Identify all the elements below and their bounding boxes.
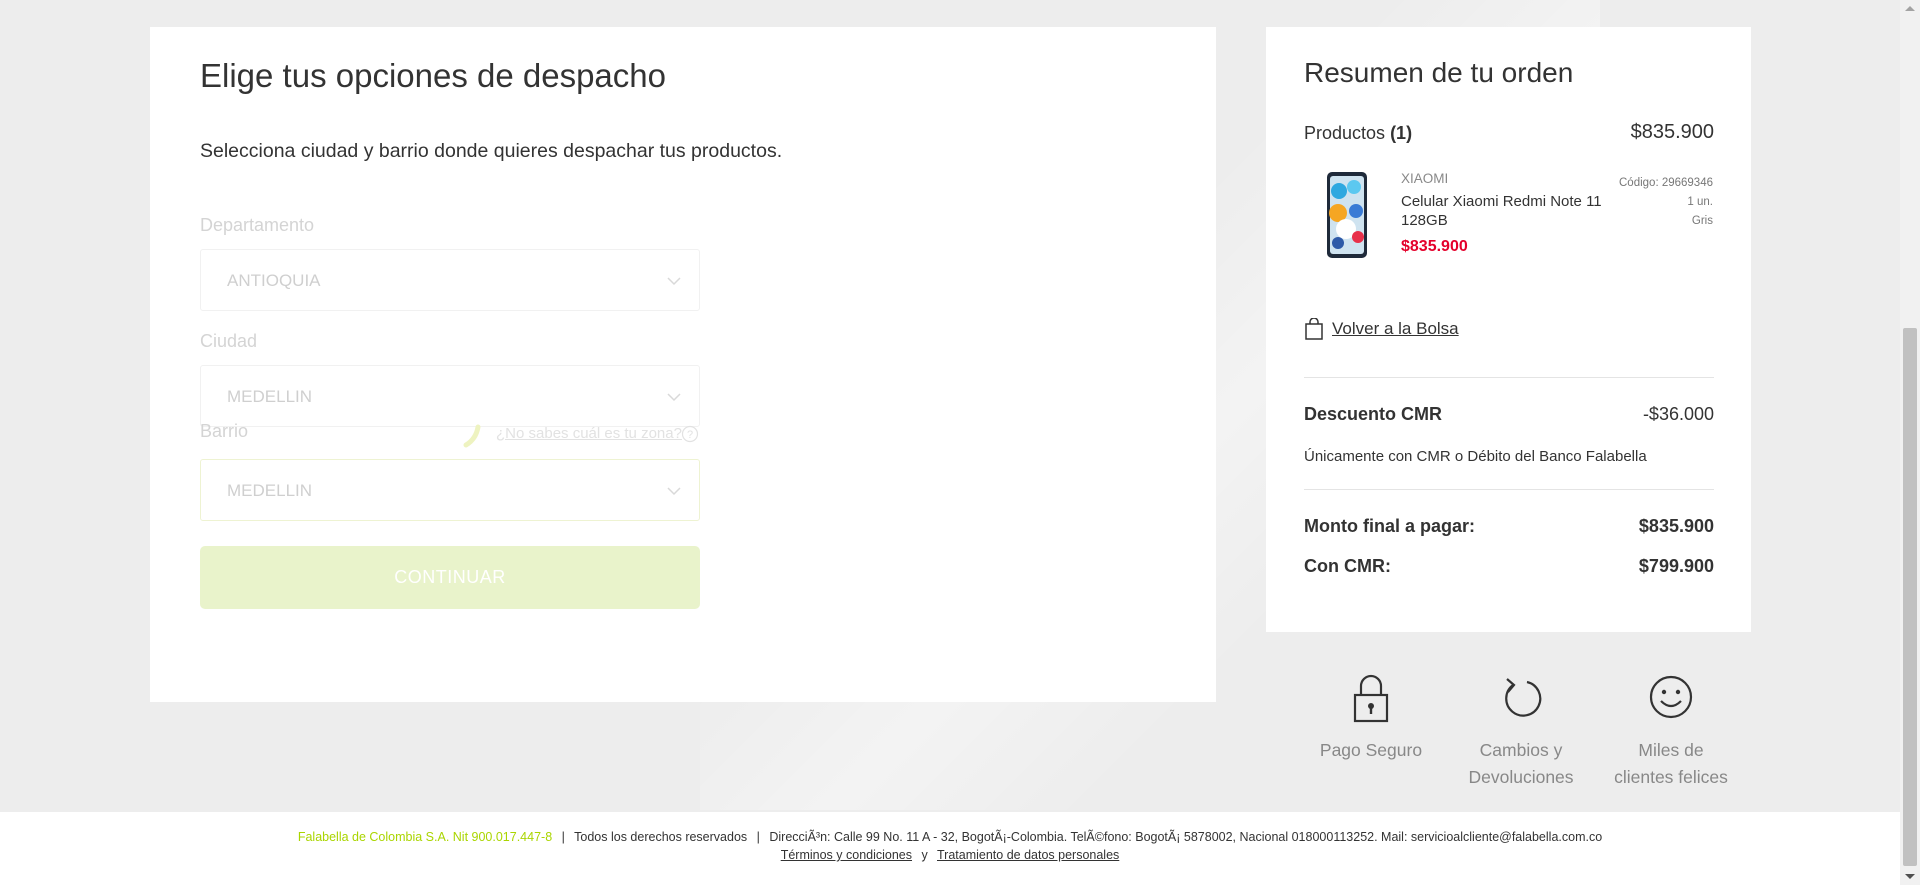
chevron-down-icon [667,487,681,496]
cmr-amount-row: Con CMR: $799.900 [1304,556,1714,577]
question-circle-icon[interactable]: ? [681,425,699,443]
footer: Falabella de Colombia S.A. Nit 900.017.4… [0,812,1900,885]
product-name: Celular Xiaomi Redmi Note 11 128GB [1401,193,1602,229]
discount-label: Descuento CMR [1304,404,1443,424]
discount-note: Únicamente con CMR o Débito del Banco Fa… [1304,448,1647,465]
svg-text:?: ? [687,429,693,441]
loading-spinner-icon [463,424,481,448]
order-summary-panel: Resumen de tu orden Productos (1) $835.9… [1266,27,1751,632]
smiley-icon [1649,675,1693,719]
product-code: Código: 29669346 [1619,177,1713,189]
shipping-options-panel: Elige tus opciones de despacho Seleccion… [150,27,1216,702]
page-title: Elige tus opciones de despacho [200,57,666,94]
back-to-bag-link[interactable]: Volver a la Bolsa [1304,318,1459,340]
scrollbar[interactable] [1900,0,1920,885]
cmr-amount-label: Con CMR: [1304,556,1391,576]
scroll-down-arrow-icon[interactable] [1905,874,1915,879]
product-info: XIAOMI Celular Xiaomi Redmi Note 11 128G… [1401,171,1621,256]
lock-icon [1353,674,1389,723]
discount-row: Descuento CMR -$36.000 [1304,404,1714,425]
cmr-amount-value: $799.900 [1638,556,1714,576]
footer-separator: | [756,830,760,844]
terms-link[interactable]: Términos y condiciones [781,848,912,862]
city-label: Ciudad [200,331,258,351]
product-meta: Código: 29669346 1 un. Gris [1619,174,1713,231]
products-row: Productos (1) $835.900 [1304,121,1714,144]
product-quantity: 1 un. [1687,196,1713,208]
shipping-subtitle: Selecciona ciudad y barrio donde quieres… [200,140,783,162]
discount-value: -$36.000 [1642,404,1714,424]
badge-returns: Cambios y Devoluciones [1446,673,1596,791]
product-image [1327,172,1367,258]
footer-separator: | [561,830,565,844]
chevron-down-icon [667,277,681,286]
footer-and: y [921,848,928,862]
products-count: (1) [1390,123,1413,143]
chevron-down-icon [667,393,681,402]
badge-happy-clients-text: Miles de clientes felices [1614,740,1728,787]
city-value: MEDELLIN [227,387,313,406]
footer-info: Falabella de Colombia S.A. Nit 900.017.4… [0,830,1900,844]
department-select[interactable]: ANTIOQUIA [200,249,700,311]
divider [1304,489,1714,490]
badge-returns-text: Cambios y Devoluciones [1468,740,1574,787]
shopping-bag-icon [1305,318,1323,340]
neighborhood-select[interactable]: MEDELLIN [200,459,700,521]
product-brand: XIAOMI [1401,171,1449,186]
divider [1304,377,1714,378]
product-color: Gris [1691,215,1713,227]
zone-help-link[interactable]: ¿No sabes cuál es tu zona? [496,425,682,442]
continue-button[interactable]: CONTINUAR [200,546,700,609]
order-summary-title: Resumen de tu orden [1304,57,1574,88]
scrollbar-thumb[interactable] [1903,328,1917,866]
privacy-link[interactable]: Tratamiento de datos personales [937,848,1119,862]
final-amount-row: Monto final a pagar: $835.900 [1304,516,1714,537]
footer-company: Falabella de Colombia S.A. Nit 900.017.4… [297,830,553,844]
department-label: Departamento [200,215,315,235]
products-total: $835.900 [1630,121,1714,143]
footer-links: Términos y condiciones y Tratamiento de … [0,848,1900,862]
badge-secure-payment: Pago Seguro [1296,673,1446,764]
footer-address: DirecciÃ³n: Calle 99 No. 11 A - 32, Bogo… [769,830,1603,844]
final-amount-value: $835.900 [1638,516,1714,536]
neighborhood-value: MEDELLIN [227,481,313,500]
footer-rights: Todos los derechos reservados [574,830,748,844]
products-label: Productos [1304,123,1386,143]
badge-secure-payment-text: Pago Seguro [1319,740,1423,760]
neighborhood-label: Barrio [200,421,249,441]
return-arrow-icon [1505,678,1542,717]
department-value: ANTIOQUIA [227,271,321,290]
back-to-bag-label: Volver a la Bolsa [1332,319,1459,338]
badge-happy-clients: Miles de clientes felices [1596,673,1746,791]
final-amount-label: Monto final a pagar: [1304,516,1475,536]
trust-badges: Pago Seguro Cambios y Devoluciones Miles… [1296,673,1736,803]
scroll-up-arrow-icon[interactable] [1905,6,1915,11]
product-price: $835.900 [1401,238,1468,255]
